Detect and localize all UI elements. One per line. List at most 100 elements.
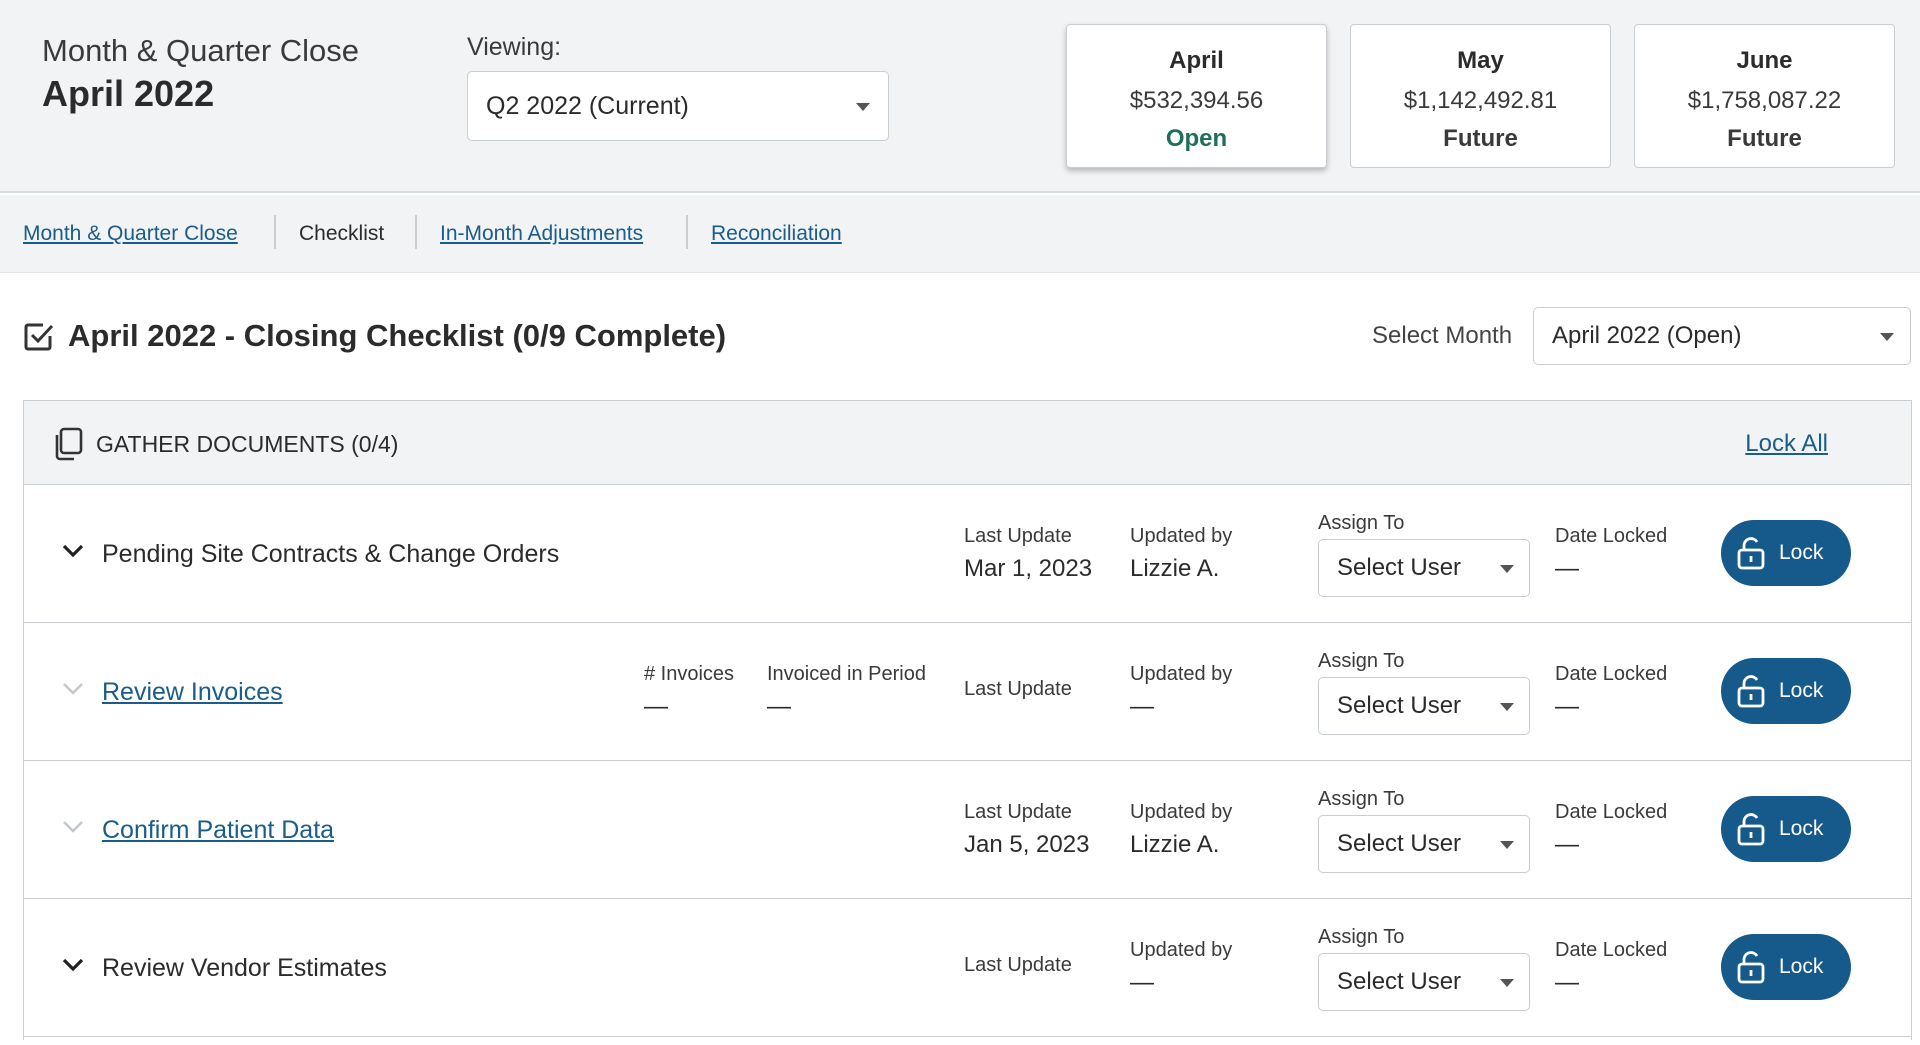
assign-user-select[interactable]: Select User [1318, 815, 1530, 873]
lock-button[interactable]: Lock [1721, 520, 1851, 586]
assign-to-label: Assign To [1318, 926, 1405, 948]
invoices-count-label: # Invoices [644, 663, 735, 685]
checklist-row: Review Invoices # Invoices — Invoiced in… [24, 623, 1911, 761]
month-select[interactable]: April 2022 (Open) [1533, 307, 1911, 365]
caret-down-icon [1880, 333, 1894, 341]
page-header: Month & Quarter Close April 2022 Viewing… [0, 0, 1920, 193]
quarter-select[interactable]: Q2 2022 (Current) [467, 71, 889, 141]
caret-down-icon [1500, 841, 1514, 849]
section-tabs: Month & Quarter Close Checklist In-Month… [0, 195, 1920, 273]
assign-user-value: Select User [1337, 554, 1462, 581]
header-section-label: Month & Quarter Close [42, 33, 360, 68]
assign-user-value: Select User [1337, 830, 1462, 857]
lock-button[interactable]: Lock [1721, 796, 1851, 862]
group-title: GATHER DOCUMENTS (0/4) [96, 431, 399, 457]
chevron-down-icon[interactable] [61, 543, 85, 559]
lock-button[interactable]: Lock [1721, 934, 1851, 1000]
last-update-label: Last Update [964, 954, 1072, 976]
last-update-label: Last Update [964, 801, 1072, 823]
month-card-status: Open [1165, 125, 1228, 152]
month-card-amount: $1,142,492.81 [1403, 87, 1558, 114]
updated-by-label: Updated by [1130, 801, 1233, 823]
invoices-count-value: — [644, 693, 668, 720]
date-locked-value: — [1555, 693, 1579, 720]
tab-divider [274, 215, 276, 249]
assign-user-select[interactable]: Select User [1318, 953, 1530, 1011]
last-update-label: Last Update [964, 678, 1072, 700]
chevron-down-icon[interactable] [61, 819, 85, 835]
tab-reconciliation[interactable]: Reconciliation [711, 222, 842, 246]
checklist-row: Review Vendor Estimates Last Update Upda… [24, 899, 1911, 1037]
month-card-status: Future [1727, 125, 1802, 152]
chevron-down-icon[interactable] [61, 681, 85, 697]
date-locked-value: — [1555, 969, 1579, 996]
assign-to-label: Assign To [1318, 512, 1405, 534]
unlock-icon [1737, 675, 1765, 708]
month-card-name: May [1457, 47, 1504, 74]
documents-icon [55, 427, 83, 461]
updated-by-value: Lizzie A. [1130, 555, 1220, 582]
assign-user-select[interactable]: Select User [1318, 677, 1530, 735]
unlock-icon [1737, 537, 1765, 570]
quarter-select-value: Q2 2022 (Current) [486, 91, 689, 120]
tab-checklist[interactable]: Checklist [299, 222, 384, 246]
month-card-name: June [1736, 47, 1793, 74]
caret-down-icon [856, 103, 870, 111]
row-title-link[interactable]: Confirm Patient Data [102, 816, 334, 845]
caret-down-icon [1500, 703, 1514, 711]
unlock-icon [1737, 951, 1765, 984]
month-card-april[interactable]: April $532,394.56 Open [1066, 24, 1327, 168]
assign-to-label: Assign To [1318, 788, 1405, 810]
checklist-row: Confirm Patient Data Last Update Jan 5, … [24, 761, 1911, 899]
row-title-link[interactable]: Review Invoices [102, 678, 283, 707]
updated-by-label: Updated by [1130, 939, 1233, 961]
month-card-amount: $1,758,087.22 [1687, 87, 1842, 114]
updated-by-value: Lizzie A. [1130, 831, 1220, 858]
invoiced-in-period-value: — [767, 693, 791, 720]
assign-user-select[interactable]: Select User [1318, 539, 1530, 597]
group-header: GATHER DOCUMENTS (0/4) Lock All [24, 401, 1911, 485]
select-month-label: Select Month [1372, 322, 1513, 349]
last-update-value: Jan 5, 2023 [964, 831, 1090, 858]
caret-down-icon [1500, 565, 1514, 573]
invoiced-in-period-label: Invoiced in Period [767, 663, 926, 685]
lock-button-label: Lock [1779, 679, 1824, 702]
caret-down-icon [1500, 979, 1514, 987]
lock-button-label: Lock [1779, 817, 1824, 840]
checklist-row: Pending Site Contracts & Change Orders L… [24, 485, 1911, 623]
updated-by-label: Updated by [1130, 663, 1233, 685]
last-update-label: Last Update [964, 525, 1072, 547]
checklist-group: GATHER DOCUMENTS (0/4) Lock All Pending … [23, 400, 1912, 1040]
viewing-label: Viewing: [467, 33, 562, 61]
lock-all-link[interactable]: Lock All [1745, 430, 1828, 458]
last-update-value: Mar 1, 2023 [964, 555, 1093, 582]
date-locked-label: Date Locked [1555, 525, 1668, 547]
row-title: Pending Site Contracts & Change Orders [102, 540, 560, 568]
month-card-amount: $532,394.56 [1129, 87, 1264, 114]
month-card-may[interactable]: May $1,142,492.81 Future [1350, 24, 1611, 168]
tab-divider [415, 215, 417, 249]
month-card-name: April [1169, 47, 1224, 74]
month-card-status: Future [1443, 125, 1518, 152]
tab-month-quarter-close[interactable]: Month & Quarter Close [23, 222, 238, 246]
tab-in-month-adjustments[interactable]: In-Month Adjustments [440, 222, 643, 246]
lock-button[interactable]: Lock [1721, 658, 1851, 724]
date-locked-label: Date Locked [1555, 801, 1668, 823]
date-locked-label: Date Locked [1555, 939, 1668, 961]
lock-button-label: Lock [1779, 541, 1824, 564]
date-locked-label: Date Locked [1555, 663, 1668, 685]
unlock-icon [1737, 813, 1765, 846]
date-locked-value: — [1555, 555, 1579, 582]
checklist-icon [24, 323, 54, 351]
checklist-title: April 2022 - Closing Checklist (0/9 Comp… [68, 318, 727, 353]
header-current-month: April 2022 [42, 73, 215, 114]
assign-to-label: Assign To [1318, 650, 1405, 672]
chevron-down-icon[interactable] [61, 957, 85, 973]
date-locked-value: — [1555, 831, 1579, 858]
updated-by-value: — [1130, 693, 1154, 720]
month-select-value: April 2022 (Open) [1552, 322, 1742, 349]
row-title: Review Vendor Estimates [102, 954, 387, 982]
updated-by-label: Updated by [1130, 525, 1233, 547]
month-card-june[interactable]: June $1,758,087.22 Future [1634, 24, 1895, 168]
updated-by-value: — [1130, 969, 1154, 996]
